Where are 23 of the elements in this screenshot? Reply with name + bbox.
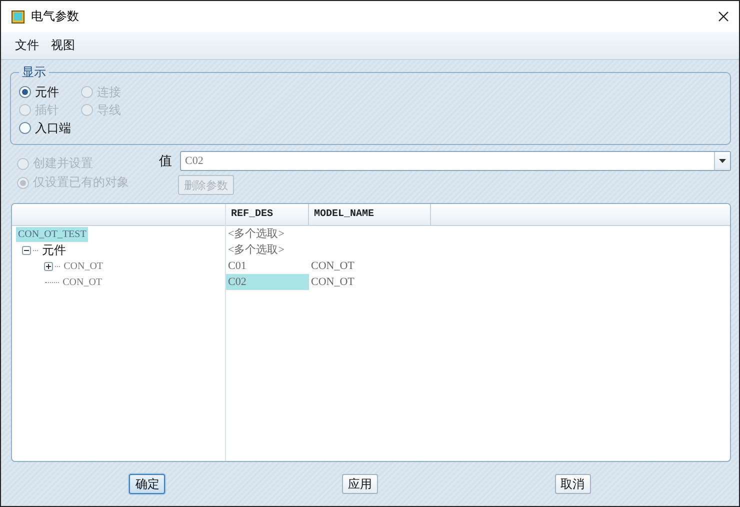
tree-node[interactable]: 元件	[40, 242, 68, 258]
tree-node[interactable]: CON_OT_TEST	[16, 226, 88, 242]
radio-button[interactable]: 元件	[19, 84, 69, 100]
menu-item[interactable]: 视图	[51, 37, 75, 54]
table-cell-text: <多个选取>	[227, 227, 286, 242]
table-cell-text: C01	[227, 259, 248, 274]
dialog-button[interactable]: 确定	[129, 474, 166, 494]
table-cell-text: <多个选取>	[227, 243, 286, 258]
window-title: 电气参数	[31, 8, 79, 25]
radio-button[interactable]: 入口端	[19, 120, 71, 136]
table-cell-text: CON_OT	[310, 259, 356, 274]
column-header[interactable]: MODEL_NAME	[309, 204, 431, 225]
dialog-button[interactable]: 应用	[342, 474, 378, 494]
group-title: 显示	[21, 64, 47, 81]
tree-node[interactable]: CON_OT	[62, 258, 106, 274]
column-header[interactable]: REF_DES	[226, 204, 309, 225]
table-cell-text: CON_OT	[310, 275, 356, 290]
menu-item[interactable]: 文件	[15, 37, 39, 54]
tree-node[interactable]: CON_OT	[60, 274, 104, 290]
dialog-button[interactable]: 取消	[554, 474, 591, 494]
value-label: 值	[159, 152, 172, 170]
value-dropdown[interactable]: C02	[180, 151, 731, 171]
table-cell: C02	[226, 274, 309, 290]
